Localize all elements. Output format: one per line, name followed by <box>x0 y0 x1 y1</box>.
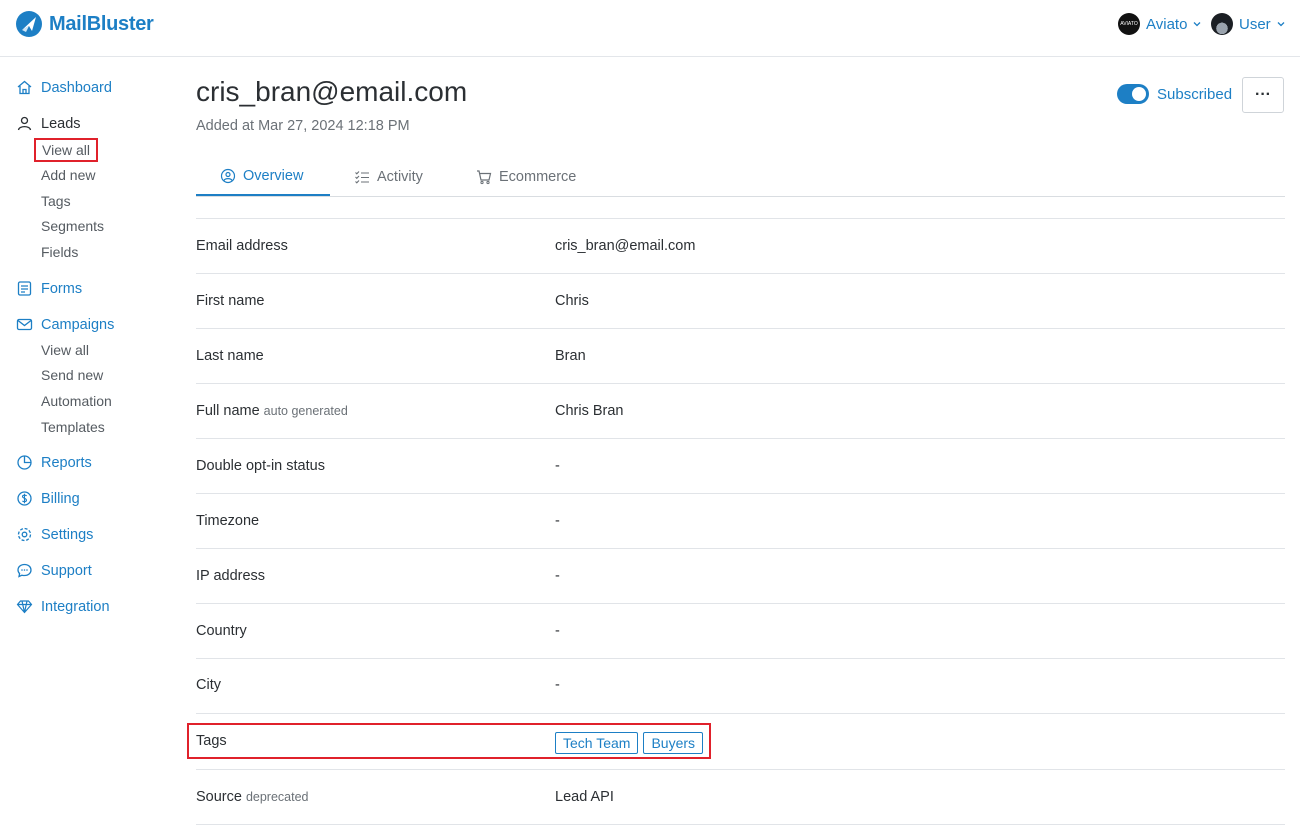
mailbluster-logo-icon <box>16 11 42 37</box>
field-value: Lead API <box>555 789 614 805</box>
sidebar-campaigns-view-all[interactable]: View all <box>41 342 89 358</box>
mail-icon <box>16 318 33 331</box>
field-row-ip-address: IP address - <box>196 548 1285 603</box>
field-value: - <box>555 513 560 529</box>
field-row-email: Email address cris_bran@email.com <box>196 218 1285 273</box>
user-avatar <box>1211 13 1233 35</box>
brand-logo[interactable]: MailBluster <box>15 10 154 38</box>
workspace-switcher[interactable]: AVIATO Aviato <box>1118 13 1201 35</box>
field-value: Chris <box>555 293 589 309</box>
workspace-label: Aviato <box>1146 15 1188 33</box>
diamond-icon <box>16 600 33 614</box>
lead-tabs: Overview Activity Ecommerce <box>196 157 1285 197</box>
field-label: IP address <box>196 568 266 584</box>
field-row-source: Source deprecated Lead API <box>196 769 1285 824</box>
sidebar-item-dashboard[interactable]: Dashboard <box>16 79 112 96</box>
subscribed-label: Subscribed <box>1157 85 1233 103</box>
sidebar-item-leads[interactable]: Leads <box>16 115 81 132</box>
sidebar-campaigns-templates[interactable]: Templates <box>41 419 105 435</box>
sidebar-leads-tags[interactable]: Tags <box>41 193 71 209</box>
sidebar-leads-segments[interactable]: Segments <box>41 218 104 234</box>
field-label: Full name auto generated <box>196 403 348 419</box>
field-row-city: City - <box>196 658 1285 713</box>
subscription-toggle[interactable]: Subscribed <box>1117 84 1232 104</box>
pie-chart-icon <box>17 455 32 470</box>
sidebar-leads-fields[interactable]: Fields <box>41 244 78 260</box>
field-value: Bran <box>555 348 586 364</box>
workspace-avatar: AVIATO <box>1118 13 1140 35</box>
field-row-double-opt-in: Double opt-in status - <box>196 438 1285 493</box>
chevron-down-icon <box>1193 22 1201 27</box>
chat-icon <box>17 563 32 578</box>
sidebar-item-forms[interactable]: Forms <box>16 280 82 297</box>
field-label: City <box>196 677 221 693</box>
more-options-button[interactable]: ··· <box>1242 77 1284 113</box>
brand-name: MailBluster <box>49 12 154 35</box>
sidebar-campaigns-send-new[interactable]: Send new <box>41 367 103 383</box>
toggle-switch[interactable] <box>1117 84 1149 104</box>
field-row-country: Country - <box>196 603 1285 658</box>
sidebar-item-campaigns[interactable]: Campaigns <box>16 316 114 333</box>
field-note: auto generated <box>263 404 348 418</box>
field-value: - <box>555 623 560 639</box>
checklist-icon <box>355 170 369 184</box>
field-label: Source deprecated <box>196 789 309 805</box>
field-value: Chris Bran <box>555 403 624 419</box>
field-label: Country <box>196 623 247 639</box>
sidebar-leads-add-new[interactable]: Add new <box>41 167 95 183</box>
field-note: deprecated <box>245 790 309 804</box>
field-value: - <box>555 458 560 474</box>
field-row-timezone: Timezone - <box>196 493 1285 548</box>
sidebar-item-integration[interactable]: Integration <box>16 598 110 615</box>
user-circle-icon <box>220 168 236 183</box>
sidebar-campaigns-automation[interactable]: Automation <box>41 393 112 409</box>
field-label: Email address <box>196 238 288 254</box>
field-label: Last name <box>196 348 264 364</box>
tab-ecommerce[interactable]: Ecommerce <box>476 157 576 196</box>
user-icon <box>17 116 32 131</box>
chevron-down-icon <box>1277 22 1285 27</box>
page-title: cris_bran@email.com <box>196 76 468 107</box>
dollar-icon <box>17 491 32 506</box>
more-icon: ··· <box>1255 86 1271 103</box>
tags-highlight-box <box>187 723 711 759</box>
field-row-full-name: Full name auto generated Chris Bran <box>196 383 1285 438</box>
home-icon <box>17 80 32 95</box>
form-icon <box>17 281 32 296</box>
user-menu[interactable]: User <box>1211 13 1285 35</box>
gear-icon <box>17 527 32 542</box>
top-bar: MailBluster AVIATO Aviato User <box>0 0 1300 57</box>
field-value: - <box>555 568 560 584</box>
field-label: Timezone <box>196 513 260 529</box>
field-label: First name <box>196 293 265 309</box>
cart-icon <box>477 169 492 184</box>
row-divider <box>196 824 1285 825</box>
sidebar-item-support[interactable]: Support <box>16 562 92 579</box>
field-value: - <box>555 677 560 693</box>
field-label: Double opt-in status <box>196 458 325 474</box>
tab-overview[interactable]: Overview <box>196 157 330 196</box>
field-row-first-name: First name Chris <box>196 273 1285 328</box>
user-label: User <box>1239 15 1271 33</box>
field-row-last-name: Last name Bran <box>196 328 1285 383</box>
added-date: Added at Mar 27, 2024 12:18 PM <box>196 118 410 134</box>
tab-activity[interactable]: Activity <box>354 157 423 196</box>
sidebar-item-billing[interactable]: Billing <box>16 490 80 507</box>
sidebar-item-settings[interactable]: Settings <box>16 526 93 543</box>
sidebar-item-reports[interactable]: Reports <box>16 454 92 471</box>
field-value: cris_bran@email.com <box>555 238 696 254</box>
sidebar-leads-view-all[interactable]: View all <box>34 138 98 162</box>
